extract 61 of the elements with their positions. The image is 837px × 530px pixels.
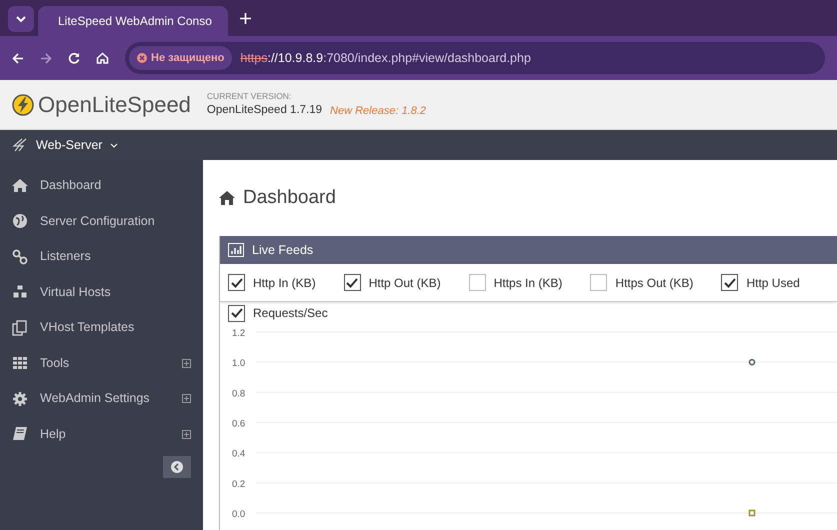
collapse-sidebar-button[interactable] [163,456,191,478]
home-icon [219,191,235,205]
sidebar-item[interactable]: Virtual Hosts [0,274,203,310]
copy-icon [12,320,28,336]
version-label: CURRENT VERSION: [206,90,292,102]
arrow-left-icon [171,461,183,473]
feed-checkbox[interactable]: Requests/Sec [228,304,328,322]
expand-icon[interactable] [182,430,191,439]
feed-checkbox[interactable]: Http Used [721,274,800,292]
book-icon [12,426,28,442]
y-tick-label: 0.2 [232,478,246,490]
y-tick-label: 0.6 [232,418,246,430]
logo-icon [12,94,34,116]
tab-list-button[interactable] [8,6,34,32]
checkbox[interactable] [228,304,245,322]
reload-icon[interactable] [68,52,80,64]
sidebar-item[interactable]: Listeners [0,239,203,274]
y-tick-label: 0.4 [232,448,246,460]
bolt-icon [12,138,28,152]
grid-icon [12,355,28,372]
link-icon [12,248,28,265]
back-icon[interactable] [12,52,24,64]
checkbox[interactable] [468,274,486,291]
version-text: OpenLiteSpeed 1.7.19 [206,103,322,118]
chevron-down-icon [16,16,26,22]
caret-icon [110,142,118,148]
sidebar-item[interactable]: WebAdmin Settings [0,381,203,416]
feed-checkbox[interactable]: Https Out (KB) [590,274,694,292]
new-tab-icon[interactable] [240,12,251,24]
y-tick-label: 1.2 [232,328,246,339]
feed-checkbox[interactable]: Https In (KB) [468,274,562,292]
y-tick-label: 1.0 [232,358,246,370]
sidebar-item[interactable]: Server Configuration [0,204,203,239]
sidebar-item[interactable]: Help [0,416,203,452]
y-tick-label: 0.0 [232,509,246,520]
expand-icon[interactable] [182,358,191,368]
sidebar-item[interactable]: Tools [0,346,203,381]
checkbox[interactable] [228,274,245,291]
feed-checkbox[interactable]: Http Out (KB) [344,274,441,292]
home-icon[interactable] [96,52,109,64]
feed-checkbox[interactable]: Http In (KB) [228,274,316,292]
page-title: Dashboard [243,186,336,210]
forward-icon[interactable] [40,52,52,64]
sidebar-item[interactable]: Dashboard [0,168,203,204]
gear-icon [12,390,28,407]
web-server-menu[interactable]: Web-Server [36,136,102,154]
panel-header: Live Feeds [220,236,837,264]
bar-chart-icon [228,243,244,257]
logo-text: OpenLiteSpeed [38,91,191,119]
warning-icon [137,53,147,63]
expand-icon[interactable] [182,394,191,404]
home-icon [12,178,28,194]
security-chip[interactable]: Не защищено [129,46,232,70]
checkbox[interactable] [344,274,361,291]
checkbox[interactable] [590,274,608,291]
checkbox[interactable] [721,274,738,291]
url-text: https://10.9.8.9:7080/index.php#view/dashboard.php [240,50,531,67]
browser-tab[interactable]: LiteSpeed WebAdmin Conso [38,6,228,36]
sidebar-item[interactable]: VHost Templates [0,310,203,346]
y-tick-label: 0.8 [232,388,246,400]
address-bar[interactable]: Не защищено https://10.9.8.9:7080/index.php#view/dashboard.php [125,42,825,74]
